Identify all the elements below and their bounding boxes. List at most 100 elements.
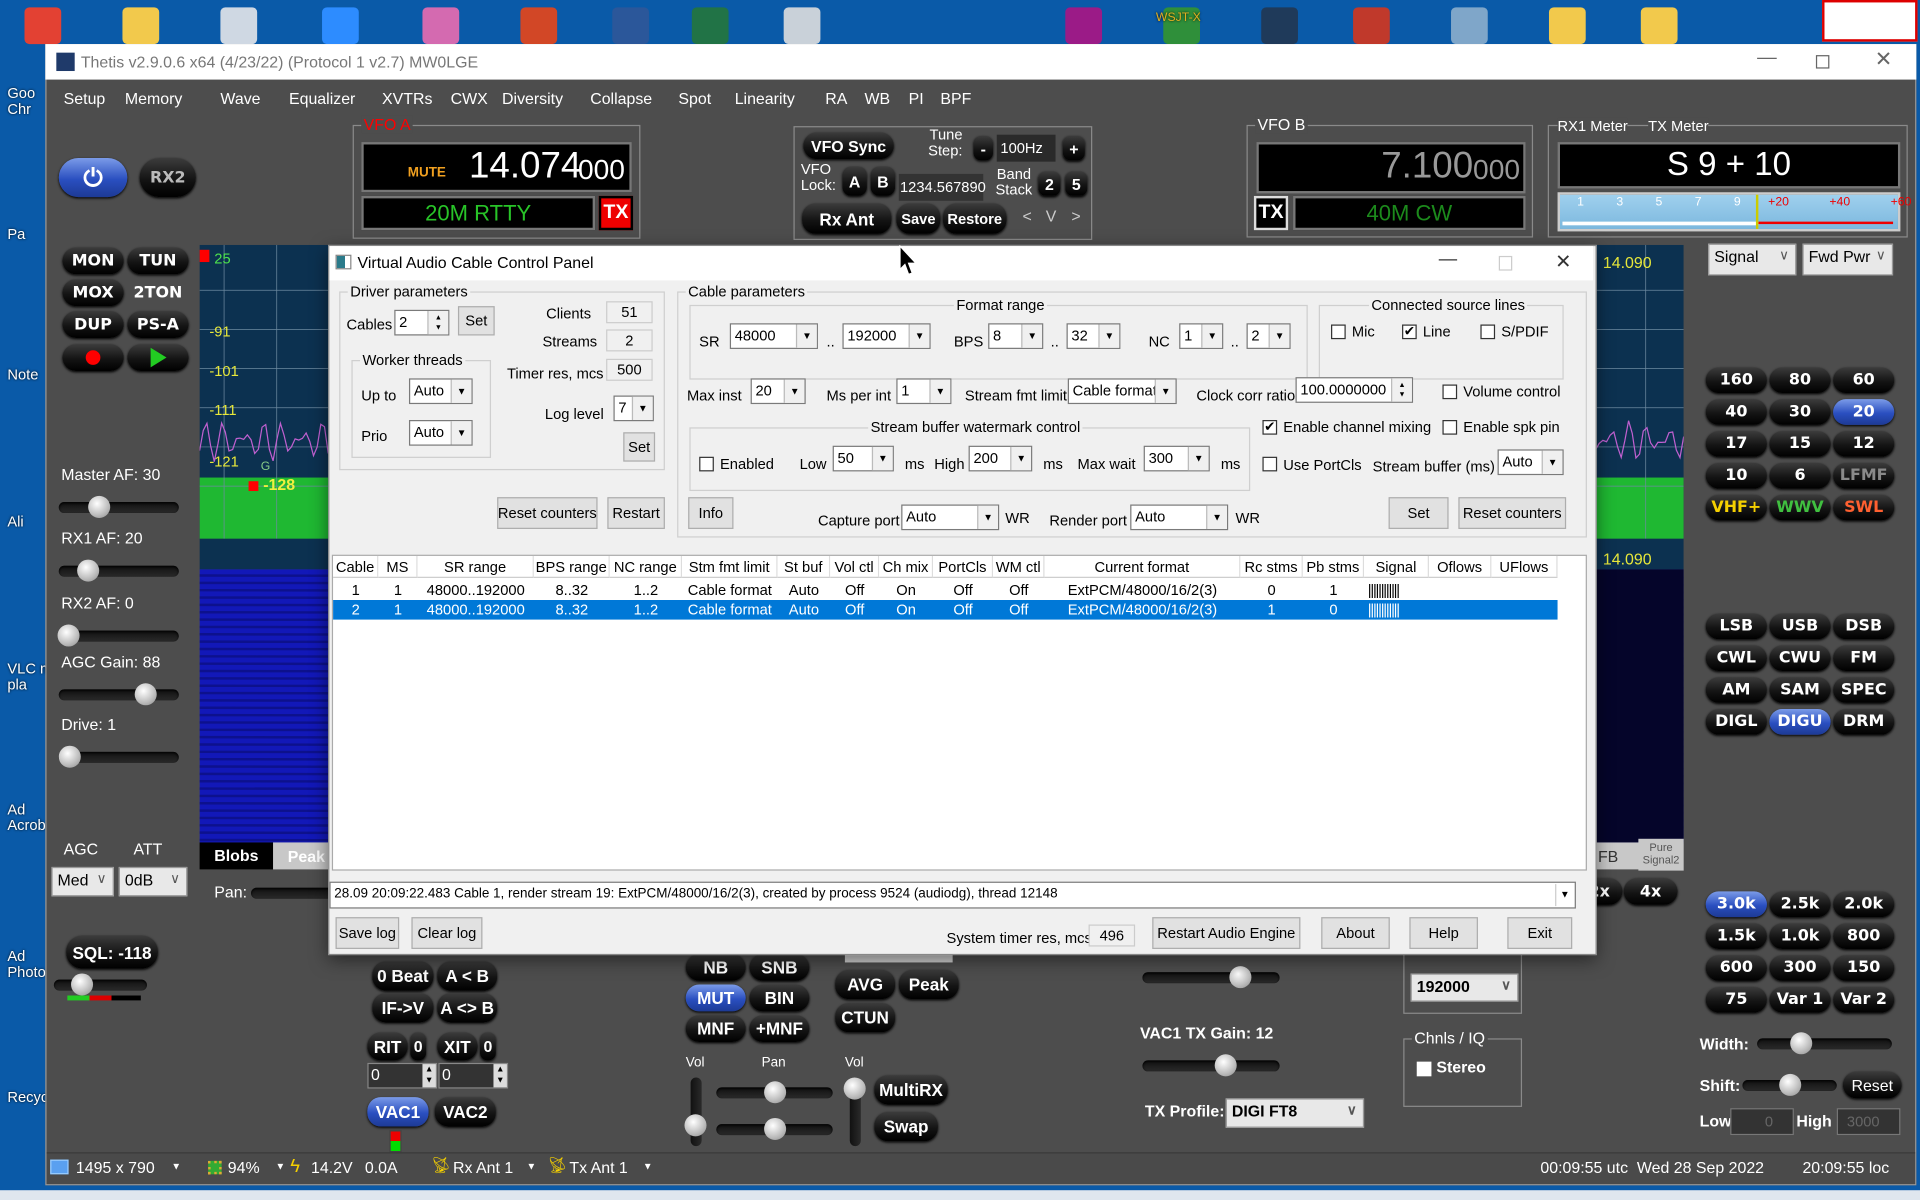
rit-offset-input[interactable]: 0 ▲ ▼: [367, 1062, 438, 1089]
if-to-v-button[interactable]: IF->V: [372, 993, 434, 1023]
cable-set-button[interactable]: Set: [1388, 497, 1449, 529]
render-port-select[interactable]: Auto ▼: [1130, 504, 1229, 531]
tx-antenna-status[interactable]: Tx Ant 1: [569, 1158, 627, 1176]
button-600[interactable]: 600: [1705, 955, 1767, 981]
button-mon[interactable]: MON: [62, 247, 124, 275]
button-75[interactable]: 75: [1705, 986, 1767, 1013]
rx-ant-button[interactable]: Rx Ant: [802, 203, 892, 234]
slider-thumb[interactable]: [1778, 1073, 1801, 1096]
desktop-app-icon[interactable]: [520, 7, 558, 45]
button-var-2[interactable]: Var 2: [1833, 986, 1895, 1013]
lock-a-button[interactable]: A: [842, 166, 867, 196]
cables-spinner[interactable]: 2 ▲ ▼: [394, 309, 450, 336]
desktop-icon-label[interactable]: Ad Photo: [7, 948, 45, 981]
vfo-sync-button[interactable]: VFO Sync: [803, 132, 894, 160]
close-button[interactable]: ✕: [1555, 250, 1571, 274]
restart-button[interactable]: Restart: [607, 497, 665, 529]
table-row[interactable]: 2 1 48000..192000 8..32 1..2 Cable format Auto…: [333, 600, 1558, 620]
vfo-b-display[interactable]: 7.100 000: [1256, 142, 1526, 194]
rx2-volume-slider[interactable]: [843, 1077, 866, 1147]
help-button[interactable]: Help: [1409, 917, 1478, 949]
desktop-icon-label[interactable]: Ad Acrob: [7, 801, 45, 834]
sample-rate-select[interactable]: 192000 ∨: [1410, 973, 1519, 1002]
peak-button[interactable]: Peak: [898, 969, 959, 1000]
slider-agc-gain[interactable]: [58, 683, 179, 706]
filter-low-input[interactable]: 0: [1730, 1108, 1794, 1136]
rit-button[interactable]: RIT: [367, 1032, 408, 1061]
menu-item-xvtrs[interactable]: XVTRs: [382, 89, 432, 107]
restart-audio-engine-button[interactable]: Restart Audio Engine: [1152, 917, 1301, 949]
button-30[interactable]: 30: [1769, 399, 1831, 425]
column-header-ch-mix[interactable]: Ch mix: [879, 555, 934, 578]
tune-step-minus[interactable]: -: [973, 135, 994, 161]
desktop-app-icon[interactable]: [12, 184, 44, 221]
display-tab-peak[interactable]: Peak: [273, 842, 335, 870]
button-drm[interactable]: DRM: [1833, 708, 1895, 735]
spk-pin-checkbox[interactable]: [1442, 420, 1458, 435]
button-plus-mnf[interactable]: +MNF: [749, 1015, 810, 1043]
button-160[interactable]: 160: [1705, 367, 1767, 394]
desktop-app-icon[interactable]: [1261, 7, 1298, 45]
button-2ton[interactable]: 2TON: [127, 279, 188, 306]
menu-item-spot[interactable]: Spot: [678, 89, 711, 107]
slider-thumb[interactable]: [71, 973, 94, 996]
button-150[interactable]: 150: [1833, 955, 1895, 981]
rx2-button[interactable]: RX2: [139, 157, 196, 198]
button-digl[interactable]: DIGL: [1705, 708, 1767, 735]
button-20[interactable]: 20: [1833, 399, 1895, 425]
menu-item-cwx[interactable]: CWX: [451, 89, 488, 107]
clear-log-button[interactable]: Clear log: [411, 917, 483, 949]
desktop-app-icon[interactable]: [12, 43, 44, 80]
button-mut[interactable]: MUT: [685, 984, 746, 1012]
slider-thumb[interactable]: [58, 745, 81, 768]
tx-meter-label[interactable]: TX Meter: [1648, 117, 1709, 135]
desktop-app-icon[interactable]: [12, 471, 44, 508]
cable-reset-counters-button[interactable]: Reset counters: [1458, 497, 1567, 529]
button-80[interactable]: 80: [1769, 367, 1831, 394]
desktop-app-icon[interactable]: [612, 7, 649, 45]
button-ps-a[interactable]: PS-A: [127, 311, 189, 338]
column-header-uflows[interactable]: UFlows: [1491, 555, 1558, 578]
vfo-a-tx-button[interactable]: TX: [598, 195, 634, 231]
slider-thumb[interactable]: [134, 683, 157, 706]
button-300[interactable]: 300: [1769, 955, 1831, 981]
button-tun[interactable]: TUN: [127, 247, 189, 275]
stream-buffer-select[interactable]: Auto ▼: [1497, 449, 1564, 476]
about-button[interactable]: About: [1321, 917, 1390, 949]
save-log-button[interactable]: Save log: [335, 917, 400, 949]
prio-select[interactable]: Auto ▼: [408, 420, 473, 446]
button-vhf+[interactable]: VHF+: [1705, 494, 1767, 521]
button-var-1[interactable]: Var 1: [1769, 986, 1831, 1013]
column-header-oflows[interactable]: Oflows: [1428, 555, 1492, 578]
button-cwl[interactable]: CWL: [1705, 645, 1767, 672]
att-select[interactable]: 0dB ∨: [118, 866, 188, 897]
slider-master-af[interactable]: [58, 495, 179, 518]
button-10[interactable]: 10: [1705, 462, 1767, 489]
portcls-checkbox[interactable]: [1262, 456, 1278, 472]
stream-fmt-limit-select[interactable]: Cable format ▼: [1067, 378, 1177, 405]
save-button[interactable]: Save: [896, 203, 941, 234]
multirx-button[interactable]: MultiRX: [874, 1075, 948, 1105]
desktop-app-icon[interactable]: [783, 7, 821, 45]
rx1-volume-slider[interactable]: [684, 1077, 707, 1147]
up-to-select[interactable]: Auto ▼: [408, 378, 473, 405]
table-row[interactable]: 1 1 48000..192000 8..32 1..2 Cable format Auto…: [333, 580, 1557, 600]
desktop-app-icon[interactable]: [1353, 7, 1390, 45]
desktop-app-icon[interactable]: [220, 7, 258, 45]
rx1-pan-slider[interactable]: [716, 1081, 833, 1104]
sr-max-select[interactable]: 192000 ▼: [842, 323, 931, 349]
column-header-cable[interactable]: Cable: [333, 555, 379, 578]
vac1-tx-gain-slider[interactable]: [1142, 1054, 1280, 1077]
column-header-bps-range[interactable]: BPS range: [533, 555, 610, 578]
button-15[interactable]: 15: [1769, 431, 1831, 457]
nc-min-select[interactable]: 1 ▼: [1179, 323, 1224, 349]
desktop-icon-label[interactable]: Ali: [7, 514, 23, 530]
button-mox[interactable]: MOX: [62, 279, 124, 307]
volume-control-checkbox[interactable]: [1442, 384, 1458, 400]
cables-set-button[interactable]: Set: [457, 306, 495, 336]
column-header-current-format[interactable]: Current format: [1044, 555, 1241, 578]
button-usb[interactable]: USB: [1769, 613, 1831, 640]
high-watermark-select[interactable]: 200 ▼: [968, 445, 1033, 472]
slider-drive[interactable]: [58, 745, 179, 768]
desktop-app-icon[interactable]: [422, 7, 460, 45]
